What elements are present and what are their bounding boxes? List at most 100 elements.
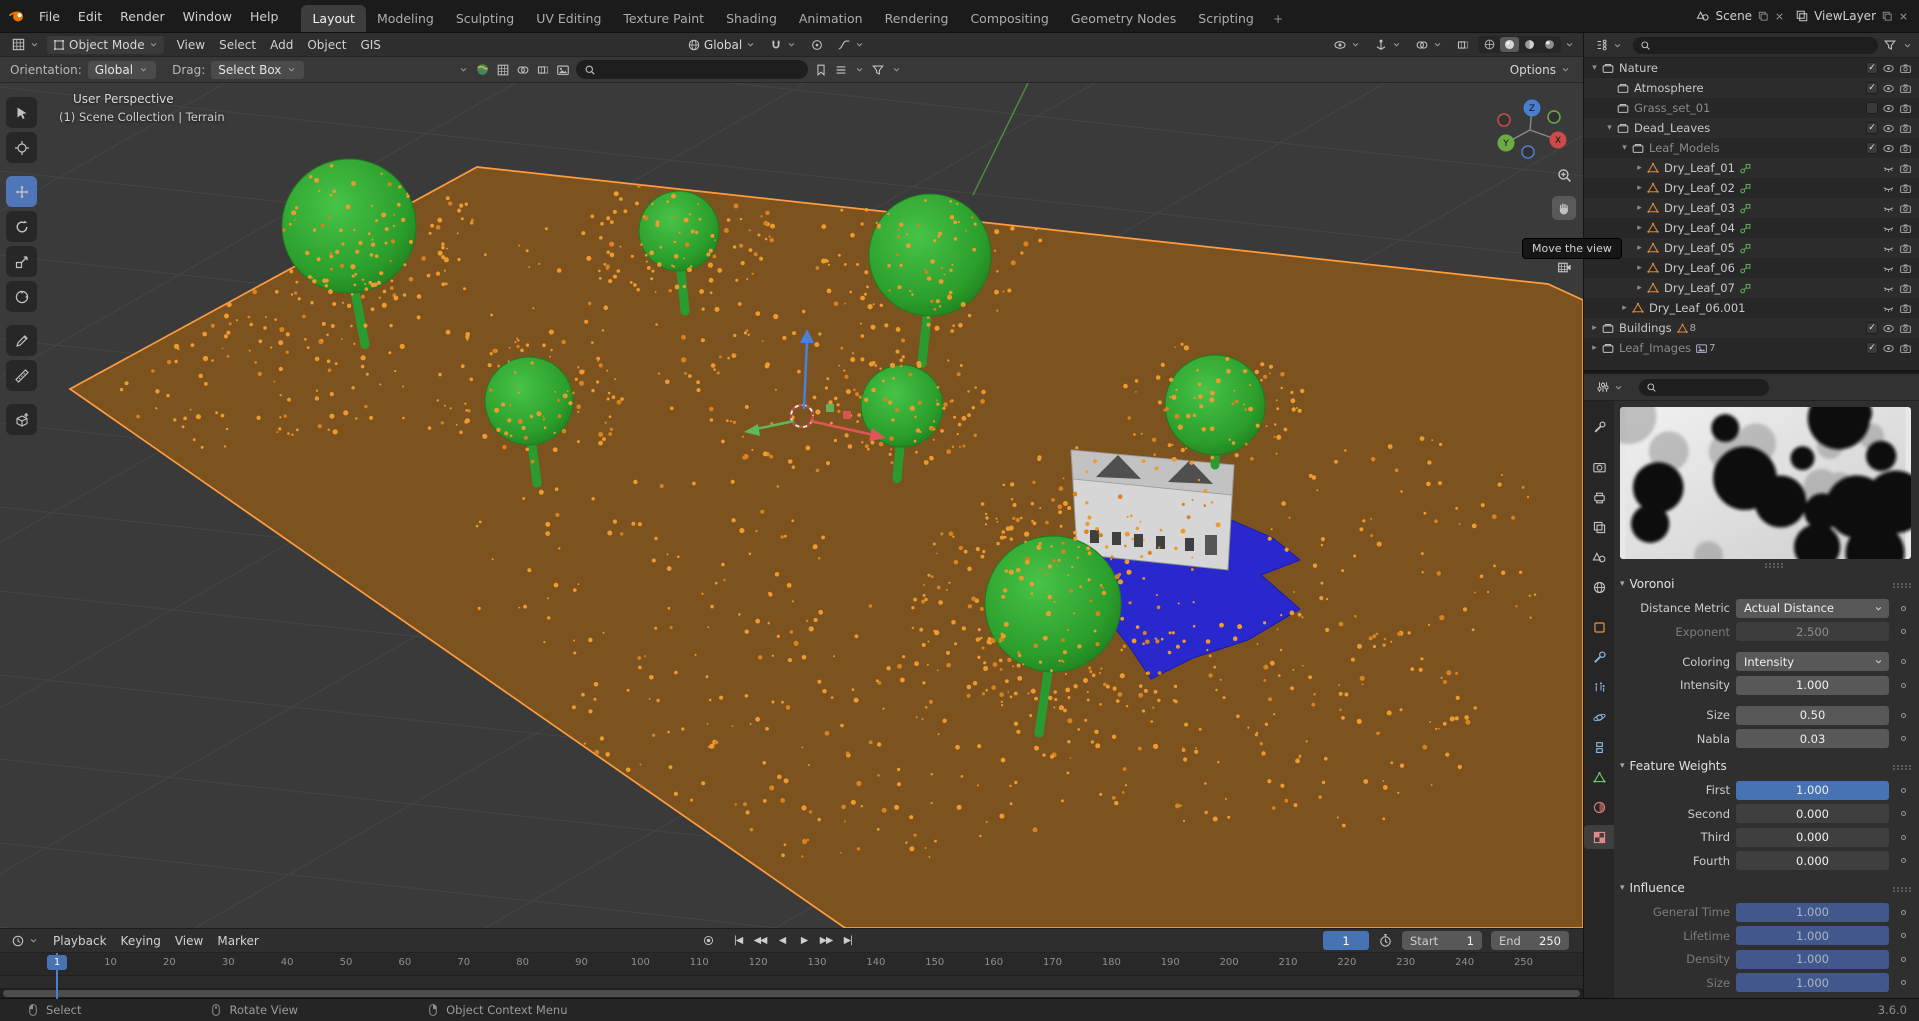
disclosure-icon[interactable]: ▾ [1603, 123, 1616, 133]
disclosure-icon[interactable]: ▾ [1588, 63, 1601, 73]
tab-geometry-nodes[interactable]: Geometry Nodes [1060, 5, 1187, 32]
end-frame-field[interactable]: End 250 [1491, 931, 1569, 950]
eye-icon[interactable] [1882, 142, 1895, 155]
gizmos-dropdown[interactable] [1369, 36, 1407, 54]
xray-icon[interactable] [536, 63, 550, 77]
scene-selector[interactable]: Scene [1696, 9, 1785, 23]
disclosure-icon[interactable]: ▸ [1618, 303, 1631, 313]
cam-icon[interactable] [1899, 242, 1912, 255]
animate-dot[interactable] [1900, 712, 1906, 718]
outliner-row[interactable]: ▸ Dry_Leaf_05 [1584, 238, 1919, 258]
tab-uv-editing[interactable]: UV Editing [525, 5, 612, 32]
timeline-menu-view[interactable]: View [168, 932, 210, 950]
viewport-menu-select[interactable]: Select [212, 36, 263, 54]
play-reverse-button[interactable]: ◀ [772, 931, 792, 950]
exclude-checkbox[interactable]: ✓ [1866, 62, 1878, 74]
disclosure-icon[interactable]: ▸ [1633, 203, 1646, 213]
menu-file[interactable]: File [30, 6, 69, 27]
size-field[interactable]: 0.50 [1736, 705, 1889, 725]
snap-toggle[interactable] [764, 36, 802, 54]
outliner-row[interactable]: ▾ Dead_Leaves ✓ [1584, 118, 1919, 138]
animate-dot[interactable] [1900, 605, 1906, 611]
timeline-track[interactable] [0, 976, 1583, 988]
disclosure-icon[interactable]: ▸ [1633, 263, 1646, 273]
animate-dot[interactable] [1900, 736, 1906, 741]
menu-edit[interactable]: Edit [69, 6, 111, 27]
bookmark-icon[interactable] [814, 63, 828, 77]
overlays-icon[interactable] [516, 63, 530, 77]
outliner-row[interactable]: ▾ Leaf_Models ✓ [1584, 138, 1919, 158]
properties-search-input[interactable] [1661, 380, 1762, 394]
distance-metric-dropdown[interactable]: Actual Distance [1736, 598, 1889, 618]
cam-icon[interactable] [1899, 222, 1912, 235]
tab-compositing[interactable]: Compositing [959, 5, 1059, 32]
animate-dot[interactable] [1900, 858, 1906, 863]
3d-scene[interactable]: Z X Y [0, 83, 1583, 928]
orientation-dropdown[interactable]: Global [87, 60, 157, 79]
eye-off-icon[interactable] [1882, 222, 1895, 235]
disclosure-icon[interactable]: ▸ [1633, 243, 1646, 253]
tool-cursor[interactable] [6, 132, 37, 163]
filter-funnel-icon[interactable] [871, 63, 885, 77]
viewlayer-selector[interactable]: ViewLayer [1795, 9, 1909, 23]
tab-animation[interactable]: Animation [788, 5, 874, 32]
list-icon[interactable] [834, 63, 848, 77]
viewport-menu-object[interactable]: Object [300, 36, 353, 54]
exclude-checkbox[interactable]: ✓ [1866, 342, 1878, 354]
exclude-checkbox[interactable] [1866, 102, 1878, 114]
second-slider[interactable]: 0.000 [1736, 804, 1889, 823]
overlays-dropdown[interactable] [1410, 36, 1448, 54]
menu-help[interactable]: Help [241, 6, 288, 27]
outliner-search-input[interactable] [1655, 38, 1871, 52]
tool-annotate[interactable] [6, 325, 37, 356]
disclosure-icon[interactable]: ▸ [1633, 223, 1646, 233]
properties-tab-texture[interactable] [1584, 825, 1614, 849]
mode-dropdown[interactable]: Object Mode [47, 35, 164, 54]
cam-icon[interactable] [1899, 142, 1912, 155]
viewport-menu-add[interactable]: Add [263, 36, 300, 54]
exclude-checkbox[interactable]: ✓ [1866, 322, 1878, 334]
tab-layout[interactable]: Layout [301, 5, 366, 32]
properties-tab-physics[interactable] [1584, 705, 1614, 729]
animate-dot[interactable] [1900, 909, 1906, 915]
animate-dot[interactable] [1900, 834, 1906, 840]
search-input[interactable] [601, 62, 801, 77]
image-icon[interactable] [556, 63, 570, 77]
eye-off-icon[interactable] [1882, 282, 1895, 295]
intensity-field[interactable]: 1.000 [1736, 675, 1889, 695]
play-button[interactable]: ▶ [794, 931, 814, 950]
properties-tab-scene[interactable] [1584, 545, 1614, 569]
timeline-ruler[interactable]: 10 20 30 40 50 60 70 80 90 100 110 120 130 140 150 160 1… [0, 953, 1583, 976]
viewport-menu-gis[interactable]: GIS [353, 36, 387, 54]
properties-tab-material[interactable] [1584, 795, 1614, 819]
jump-to-end-button[interactable]: ▶| [838, 931, 858, 950]
outliner-row[interactable]: Atmosphere ✓ [1584, 78, 1919, 98]
properties-tab-world[interactable] [1584, 575, 1614, 599]
next-keyframe-button[interactable]: ▶▶ [816, 931, 836, 950]
cam-icon[interactable] [1899, 322, 1912, 335]
grid-icon[interactable] [496, 63, 510, 77]
outliner-row[interactable]: ▸ Dry_Leaf_06.001 [1584, 298, 1919, 318]
outliner-row[interactable]: ▸ Dry_Leaf_01 [1584, 158, 1919, 178]
eye-icon[interactable] [1882, 62, 1895, 75]
section-header-feature-weights[interactable]: ▾ Feature Weights [1620, 754, 1911, 777]
playhead-frame-badge[interactable]: 1 [47, 955, 67, 970]
drag-dropdown[interactable]: Select Box [211, 60, 305, 79]
cam-icon[interactable] [1899, 182, 1912, 195]
move-view-button[interactable] [1552, 196, 1576, 220]
outliner-search-field[interactable] [1633, 36, 1878, 54]
current-frame-field[interactable]: 1 [1323, 931, 1369, 950]
remove-viewlayer-icon[interactable] [1898, 11, 1909, 22]
size-slider[interactable]: 1.000 [1736, 973, 1889, 992]
options-dropdown[interactable]: Options [1510, 63, 1571, 77]
tool-select-box[interactable] [6, 97, 37, 128]
properties-search-field[interactable] [1639, 378, 1769, 396]
outliner-row[interactable]: ▸ Dry_Leaf_07 [1584, 278, 1919, 298]
proportional-edit-toggle[interactable] [805, 36, 829, 54]
geocode-search-field[interactable] [576, 60, 809, 79]
exponent-field[interactable]: 2.500 [1736, 622, 1889, 641]
properties-tab-render[interactable] [1584, 455, 1614, 479]
jump-to-start-button[interactable]: |◀ [728, 931, 748, 950]
new-scene-icon[interactable] [1757, 10, 1769, 22]
cam-icon[interactable] [1899, 122, 1912, 135]
